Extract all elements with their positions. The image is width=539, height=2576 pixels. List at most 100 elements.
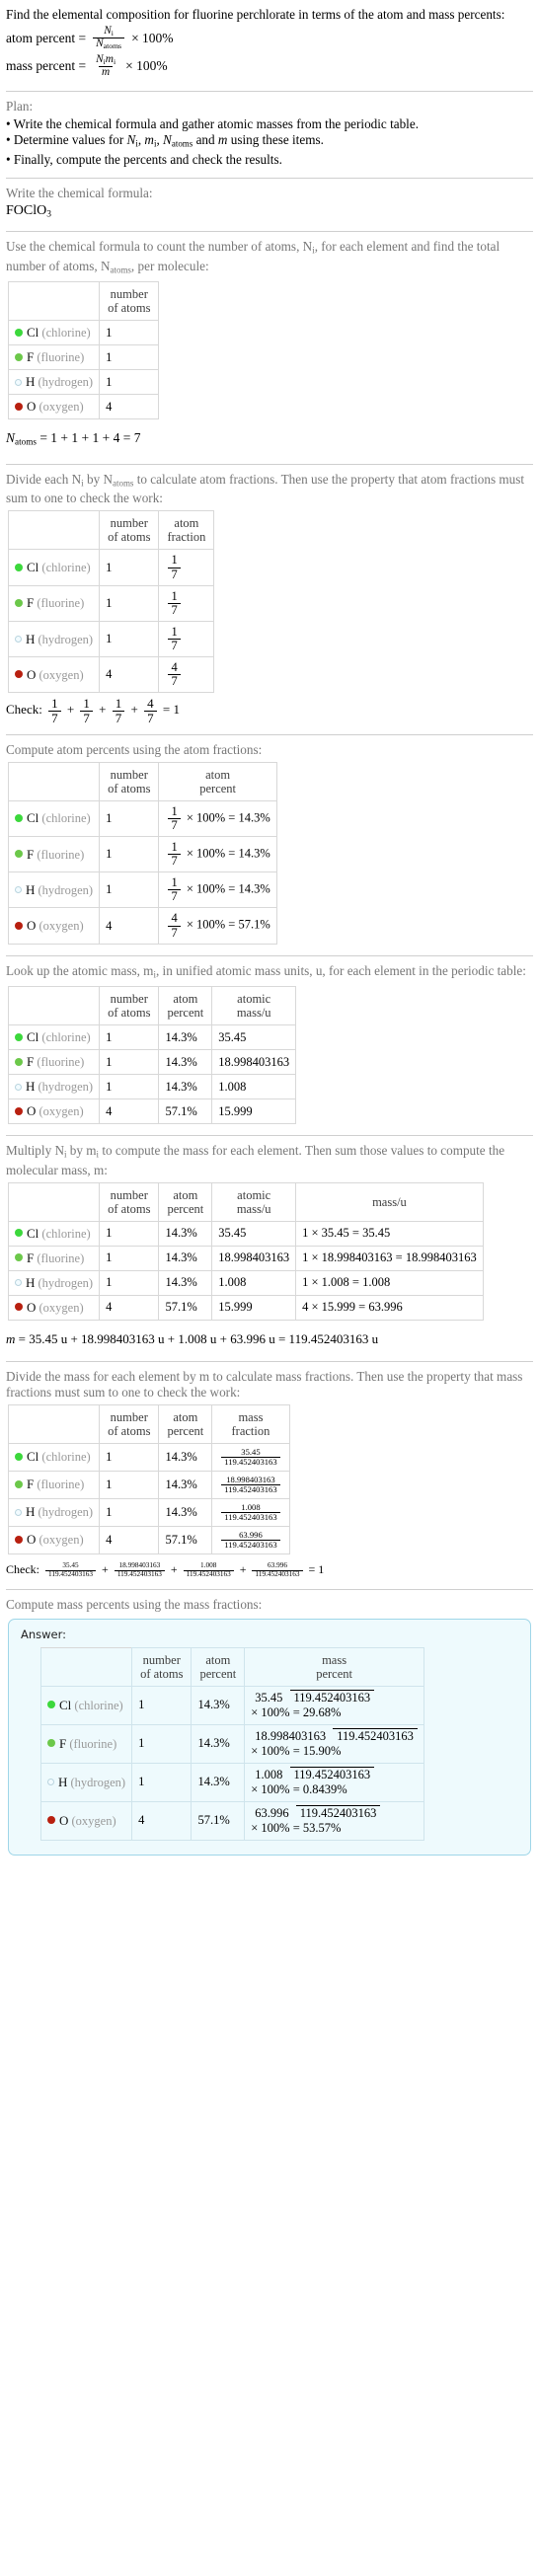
- table-row: F (fluorine) 1 14.3% 18.998403163 1 × 18…: [7, 1245, 484, 1271]
- element-color-dot: [15, 1479, 23, 1488]
- molecular-mass-equation: m = 35.45 u + 18.998403163 u + 1.008 u +…: [6, 1329, 533, 1349]
- hdr-line2: of atoms: [108, 301, 151, 316]
- chk-mf-d1: 119.452403163: [114, 1569, 165, 1579]
- table-header-row: number of atoms atom percent: [7, 761, 277, 801]
- element-color-dot: [15, 378, 22, 386]
- chk-mf-n2: 1.008: [200, 1561, 217, 1570]
- hdr-line2: percent: [167, 1006, 204, 1021]
- frac-den: 7: [168, 854, 181, 868]
- table-row: H (hydrogen) 1 14.3% 1.008 119.452403163…: [39, 1762, 424, 1802]
- header-atom-fraction: atom fraction: [158, 510, 215, 551]
- element-name: (hydrogen): [38, 375, 94, 390]
- atom-count: 4: [99, 1099, 160, 1125]
- times-100: × 100% =: [251, 1781, 300, 1796]
- mass-fraction-prompt: Divide the mass for each element by m to…: [6, 1369, 533, 1401]
- element-name: (hydrogen): [70, 1775, 126, 1789]
- hdr-line1: atom: [173, 1187, 198, 1202]
- table-row: O (oxygen) 4 57.1% 15.999 4 × 15.999 = 6…: [7, 1294, 484, 1321]
- count-prompt-sub-b: atoms: [110, 265, 131, 275]
- element-cell-o: O (oxygen): [7, 1294, 101, 1321]
- element-cell-cl: Cl (chlorine): [7, 1024, 101, 1051]
- mp-den: m: [102, 65, 111, 78]
- fp-b: by N: [83, 471, 113, 487]
- chk-d1: 7: [80, 711, 93, 725]
- mp-den: 119.452403163: [289, 1689, 375, 1705]
- table-row: H (hydrogen) 1 14.3% 1.008 1 × 1.008 = 1…: [7, 1269, 484, 1296]
- header-atomic-mass: atomic mass/u: [211, 1181, 297, 1222]
- element-name: (hydrogen): [38, 1080, 94, 1095]
- natoms-symbol: N: [6, 430, 16, 446]
- table-header-row: number of atoms atom percent mass fracti…: [7, 1403, 290, 1444]
- header-number-of-atoms: number of atoms: [99, 986, 160, 1026]
- table-row: O (oxygen) 4: [7, 394, 160, 420]
- table-row: Cl (chlorine) 1 17: [7, 549, 215, 586]
- atom-count: 1: [99, 1470, 160, 1499]
- atom-percent-value: 57.1%: [158, 1294, 213, 1321]
- element-name: (oxygen): [38, 1533, 84, 1548]
- atom-count: 4: [131, 1800, 192, 1841]
- element-symbol: F: [27, 1054, 35, 1070]
- element-name: (hydrogen): [38, 882, 94, 897]
- element-symbol: H: [26, 881, 36, 897]
- atom-fraction-cell: 17: [158, 620, 215, 658]
- element-symbol: O: [27, 1532, 37, 1548]
- mp-num: 35.45: [255, 1690, 283, 1705]
- atom-percent-body: Cl (chlorine) 1 17 × 100% = 14.3% F (flu…: [7, 799, 277, 945]
- element-color-dot: [15, 636, 22, 643]
- header-number-of-atoms: number of atoms: [131, 1646, 192, 1687]
- times-100: × 100% =: [186, 881, 236, 896]
- element-name: (chlorine): [41, 326, 91, 341]
- atom-percent-section: Compute atom percents using the atom fra…: [6, 735, 533, 955]
- atom-count: 1: [99, 549, 160, 586]
- atom-fraction-cell: 17: [158, 584, 215, 622]
- hdr-line2: percent: [199, 781, 237, 796]
- element-symbol: F: [59, 1735, 67, 1751]
- element-color-dot: [15, 1508, 22, 1516]
- atom-percent-value: 14.3%: [238, 846, 270, 861]
- chk-mf-d3: 119.452403163: [252, 1569, 303, 1579]
- formula-subscript: 3: [46, 209, 51, 220]
- frac-num: 1: [171, 839, 178, 854]
- atom-fraction-cell: 47: [158, 656, 215, 694]
- plan-bullet-1: • Write the chemical formula and gather …: [6, 115, 419, 131]
- mass-body: Cl (chlorine) 1 14.3% 35.45 1 × 35.45 = …: [7, 1220, 484, 1321]
- header-mass-u: mass/u: [295, 1181, 484, 1222]
- table-row: F (fluorine) 1 17: [7, 584, 215, 622]
- hdr-line2: mass/u: [236, 1006, 271, 1021]
- atom-percent-cell: 17 × 100% = 14.3%: [158, 871, 277, 909]
- mp-den: 119.452403163: [289, 1766, 375, 1781]
- element-color-dot: [15, 921, 23, 930]
- mass-fraction-section: Divide the mass for each element by m to…: [6, 1362, 533, 1589]
- atomic-mass-value: 15.999: [211, 1294, 297, 1321]
- hdr-line2: percent: [199, 1666, 237, 1681]
- hdr-line1: atom: [173, 992, 198, 1007]
- check-result: = 1: [162, 702, 180, 718]
- element-cell-f: F (fluorine): [7, 344, 101, 371]
- table-header-row: number of atoms atom percent atomic mass…: [7, 986, 297, 1026]
- element-name: (chlorine): [41, 561, 91, 574]
- table-row: O (oxygen) 4 57.1% 63.996 119.452403163 …: [39, 1800, 424, 1841]
- atom-percent-value: 14.3%: [158, 1269, 213, 1296]
- formula-prompt: Write the chemical formula:: [6, 185, 153, 200]
- table-row: O (oxygen) 4 57.1% 63.996 119.452403163: [7, 1525, 290, 1554]
- element-cell-f: F (fluorine): [7, 1470, 101, 1499]
- table-row: O (oxygen) 4 47 × 100% = 57.1%: [7, 907, 277, 945]
- amp-c: the periodic table:: [431, 962, 526, 978]
- element-symbol: O: [27, 666, 37, 682]
- atom-count: 4: [99, 1525, 160, 1554]
- atom-percent-value: 14.3%: [158, 1074, 213, 1100]
- atom-count: 1: [99, 344, 160, 371]
- mass-fraction-check: Check: 35.45 119.452403163 + 18.998403163…: [6, 1561, 325, 1579]
- table-row: Cl (chlorine) 1 14.3% 35.45 1 × 35.45 = …: [7, 1220, 484, 1247]
- element-color-dot: [15, 402, 23, 411]
- hdr-line1: atom: [205, 1652, 231, 1667]
- count-prompt-b: , for each element: [314, 239, 409, 255]
- atom-percent-value: 14.3%: [158, 1220, 213, 1247]
- atom-count: 4: [99, 907, 160, 945]
- atom-count: 1: [99, 799, 160, 837]
- table-row: Cl (chlorine) 1 17 × 100% = 14.3%: [7, 799, 277, 837]
- hdr-line2: of atoms: [140, 1666, 184, 1681]
- mass-percent-value: 15.90%: [302, 1743, 342, 1758]
- count-prompt: Use the chemical formula to count the nu…: [6, 239, 533, 277]
- mass-fraction-cell: 18.998403163 119.452403163: [211, 1470, 290, 1499]
